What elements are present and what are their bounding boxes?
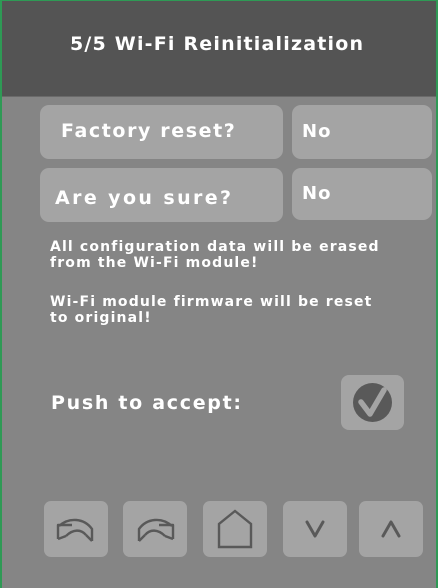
- chevron-up-icon: [381, 520, 401, 538]
- undo-arrow-icon: [56, 518, 94, 542]
- down-button[interactable]: [283, 501, 347, 557]
- erase-warning-message: All configuration data will be erased fr…: [50, 239, 380, 271]
- are-you-sure-value: No: [302, 183, 332, 204]
- firmware-warning-line: to original!: [50, 309, 152, 326]
- checkmark-icon: [353, 383, 392, 422]
- home-button[interactable]: [203, 501, 267, 557]
- firmware-warning-line: Wi-Fi module firmware will be reset: [50, 294, 373, 310]
- forward-button[interactable]: [123, 501, 187, 557]
- factory-reset-label-button[interactable]: Factory reset?: [40, 105, 283, 159]
- are-you-sure-label: Are you sure?: [55, 187, 234, 209]
- push-to-accept-label: Push to accept:: [51, 392, 243, 414]
- up-button[interactable]: [359, 501, 423, 557]
- firmware-warning-message: Wi-Fi module firmware will be reset to o…: [50, 294, 373, 326]
- title-bar: 5/5 Wi-Fi Reinitialization: [2, 1, 436, 97]
- factory-reset-value: No: [302, 121, 332, 142]
- back-button[interactable]: [44, 501, 108, 557]
- home-icon: [217, 509, 253, 549]
- wifi-reinit-screen: 5/5 Wi-Fi Reinitialization Factory reset…: [0, 0, 438, 588]
- chevron-down-icon: [305, 520, 325, 538]
- are-you-sure-label-button[interactable]: Are you sure?: [40, 168, 283, 222]
- redo-arrow-icon: [137, 518, 175, 542]
- factory-reset-value-button[interactable]: No: [292, 105, 432, 159]
- are-you-sure-value-button[interactable]: No: [292, 168, 432, 220]
- page-title: 5/5 Wi-Fi Reinitialization: [70, 33, 365, 55]
- factory-reset-label: Factory reset?: [61, 120, 237, 142]
- erase-warning-line: from the Wi-Fi module!: [50, 254, 259, 271]
- accept-button[interactable]: [341, 375, 404, 430]
- erase-warning-line: All configuration data will be erased: [50, 239, 380, 255]
